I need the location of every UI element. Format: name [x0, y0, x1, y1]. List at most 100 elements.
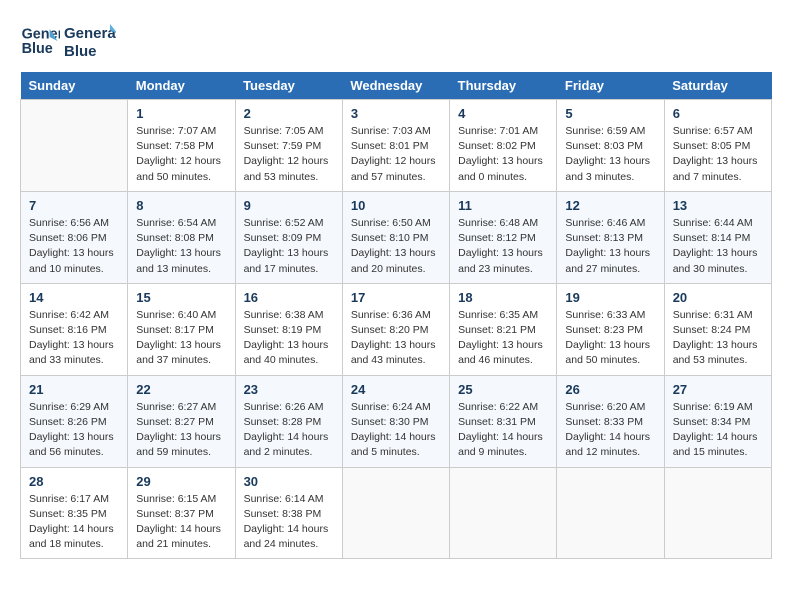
day-number: 11: [458, 198, 548, 213]
calendar-cell: 20 Sunrise: 6:31 AMSunset: 8:24 PMDayligh…: [664, 283, 771, 375]
page-header: General Blue General Blue: [20, 20, 772, 62]
general-blue-logo-svg: General Blue: [64, 20, 116, 62]
svg-text:General: General: [64, 25, 116, 42]
weekday-header-monday: Monday: [128, 72, 235, 100]
day-number: 16: [244, 290, 334, 305]
calendar-cell: 14 Sunrise: 6:42 AMSunset: 8:16 PMDayligh…: [21, 283, 128, 375]
day-info: Sunrise: 6:40 AMSunset: 8:17 PMDaylight:…: [136, 308, 226, 369]
calendar-cell: 17 Sunrise: 6:36 AMSunset: 8:20 PMDayligh…: [342, 283, 449, 375]
calendar-week-row: 7 Sunrise: 6:56 AMSunset: 8:06 PMDaylight…: [21, 191, 772, 283]
calendar-cell: [21, 100, 128, 192]
calendar-cell: 12Sunrise: 6:46 AMSunset: 8:13 PMDayligh…: [557, 191, 664, 283]
weekday-header-sunday: Sunday: [21, 72, 128, 100]
calendar-cell: 4Sunrise: 7:01 AMSunset: 8:02 PMDaylight…: [450, 100, 557, 192]
calendar-cell: 13Sunrise: 6:44 AMSunset: 8:14 PMDayligh…: [664, 191, 771, 283]
day-info: Sunrise: 6:19 AMSunset: 8:34 PMDaylight:…: [673, 400, 763, 461]
calendar-cell: 22 Sunrise: 6:27 AMSunset: 8:27 PMDayligh…: [128, 375, 235, 467]
calendar-cell: 28 Sunrise: 6:17 AMSunset: 8:35 PMDayligh…: [21, 467, 128, 559]
calendar-cell: 10 Sunrise: 6:50 AMSunset: 8:10 PMDayligh…: [342, 191, 449, 283]
calendar-cell: 16 Sunrise: 6:38 AMSunset: 8:19 PMDayligh…: [235, 283, 342, 375]
weekday-header-saturday: Saturday: [664, 72, 771, 100]
calendar-week-row: 1 Sunrise: 7:07 AMSunset: 7:58 PMDaylight…: [21, 100, 772, 192]
weekday-header-friday: Friday: [557, 72, 664, 100]
calendar-cell: 1 Sunrise: 7:07 AMSunset: 7:58 PMDaylight…: [128, 100, 235, 192]
day-info: Sunrise: 6:38 AMSunset: 8:19 PMDaylight:…: [244, 308, 334, 369]
day-info: Sunrise: 6:27 AMSunset: 8:27 PMDaylight:…: [136, 400, 226, 461]
day-number: 15: [136, 290, 226, 305]
calendar-cell: 7 Sunrise: 6:56 AMSunset: 8:06 PMDaylight…: [21, 191, 128, 283]
logo: General Blue General Blue: [20, 20, 116, 62]
day-info: Sunrise: 6:33 AMSunset: 8:23 PMDaylight:…: [565, 308, 655, 369]
weekday-header-tuesday: Tuesday: [235, 72, 342, 100]
day-info: Sunrise: 6:14 AMSunset: 8:38 PMDaylight:…: [244, 492, 334, 553]
day-number: 3: [351, 106, 441, 121]
calendar-cell: 26Sunrise: 6:20 AMSunset: 8:33 PMDayligh…: [557, 375, 664, 467]
day-info: Sunrise: 6:35 AMSunset: 8:21 PMDaylight:…: [458, 308, 548, 369]
calendar-cell: 6 Sunrise: 6:57 AMSunset: 8:05 PMDaylight…: [664, 100, 771, 192]
day-number: 7: [29, 198, 119, 213]
day-info: Sunrise: 7:03 AMSunset: 8:01 PMDaylight:…: [351, 124, 441, 185]
calendar-cell: 11Sunrise: 6:48 AMSunset: 8:12 PMDayligh…: [450, 191, 557, 283]
day-info: Sunrise: 6:44 AMSunset: 8:14 PMDaylight:…: [673, 216, 763, 277]
calendar-week-row: 28 Sunrise: 6:17 AMSunset: 8:35 PMDayligh…: [21, 467, 772, 559]
day-number: 6: [673, 106, 763, 121]
svg-text:General: General: [22, 27, 60, 43]
day-number: 1: [136, 106, 226, 121]
calendar-table: SundayMondayTuesdayWednesdayThursdayFrid…: [20, 72, 772, 559]
calendar-cell: [342, 467, 449, 559]
calendar-cell: 3 Sunrise: 7:03 AMSunset: 8:01 PMDaylight…: [342, 100, 449, 192]
day-info: Sunrise: 7:07 AMSunset: 7:58 PMDaylight:…: [136, 124, 226, 185]
day-number: 23: [244, 382, 334, 397]
calendar-cell: 30Sunrise: 6:14 AMSunset: 8:38 PMDayligh…: [235, 467, 342, 559]
calendar-cell: 25Sunrise: 6:22 AMSunset: 8:31 PMDayligh…: [450, 375, 557, 467]
day-number: 24: [351, 382, 441, 397]
day-info: Sunrise: 6:42 AMSunset: 8:16 PMDaylight:…: [29, 308, 119, 369]
day-info: Sunrise: 6:15 AMSunset: 8:37 PMDaylight:…: [136, 492, 226, 553]
calendar-cell: 24Sunrise: 6:24 AMSunset: 8:30 PMDayligh…: [342, 375, 449, 467]
day-info: Sunrise: 6:59 AMSunset: 8:03 PMDaylight:…: [565, 124, 655, 185]
calendar-cell: [664, 467, 771, 559]
day-info: Sunrise: 6:56 AMSunset: 8:06 PMDaylight:…: [29, 216, 119, 277]
calendar-cell: 21 Sunrise: 6:29 AMSunset: 8:26 PMDayligh…: [21, 375, 128, 467]
day-info: Sunrise: 6:26 AMSunset: 8:28 PMDaylight:…: [244, 400, 334, 461]
day-info: Sunrise: 6:57 AMSunset: 8:05 PMDaylight:…: [673, 124, 763, 185]
day-info: Sunrise: 6:29 AMSunset: 8:26 PMDaylight:…: [29, 400, 119, 461]
weekday-header-thursday: Thursday: [450, 72, 557, 100]
day-info: Sunrise: 7:05 AMSunset: 7:59 PMDaylight:…: [244, 124, 334, 185]
calendar-body: 1 Sunrise: 7:07 AMSunset: 7:58 PMDaylight…: [21, 100, 772, 559]
calendar-cell: 15 Sunrise: 6:40 AMSunset: 8:17 PMDayligh…: [128, 283, 235, 375]
calendar-cell: 5 Sunrise: 6:59 AMSunset: 8:03 PMDaylight…: [557, 100, 664, 192]
day-info: Sunrise: 6:31 AMSunset: 8:24 PMDaylight:…: [673, 308, 763, 369]
day-info: Sunrise: 6:17 AMSunset: 8:35 PMDaylight:…: [29, 492, 119, 553]
day-number: 28: [29, 474, 119, 489]
day-number: 12: [565, 198, 655, 213]
day-info: Sunrise: 6:36 AMSunset: 8:20 PMDaylight:…: [351, 308, 441, 369]
calendar-cell: 2Sunrise: 7:05 AMSunset: 7:59 PMDaylight…: [235, 100, 342, 192]
day-info: Sunrise: 6:52 AMSunset: 8:09 PMDaylight:…: [244, 216, 334, 277]
day-number: 21: [29, 382, 119, 397]
day-number: 26: [565, 382, 655, 397]
calendar-header-row: SundayMondayTuesdayWednesdayThursdayFrid…: [21, 72, 772, 100]
day-number: 29: [136, 474, 226, 489]
day-number: 20: [673, 290, 763, 305]
day-number: 18: [458, 290, 548, 305]
day-number: 8: [136, 198, 226, 213]
calendar-cell: 29 Sunrise: 6:15 AMSunset: 8:37 PMDayligh…: [128, 467, 235, 559]
calendar-cell: 27 Sunrise: 6:19 AMSunset: 8:34 PMDayligh…: [664, 375, 771, 467]
calendar-cell: [557, 467, 664, 559]
day-number: 22: [136, 382, 226, 397]
day-number: 10: [351, 198, 441, 213]
calendar-cell: 9 Sunrise: 6:52 AMSunset: 8:09 PMDaylight…: [235, 191, 342, 283]
weekday-header-wednesday: Wednesday: [342, 72, 449, 100]
calendar-week-row: 21 Sunrise: 6:29 AMSunset: 8:26 PMDayligh…: [21, 375, 772, 467]
day-number: 17: [351, 290, 441, 305]
day-number: 9: [244, 198, 334, 213]
day-info: Sunrise: 6:50 AMSunset: 8:10 PMDaylight:…: [351, 216, 441, 277]
day-number: 27: [673, 382, 763, 397]
svg-text:Blue: Blue: [22, 41, 53, 57]
day-number: 5: [565, 106, 655, 121]
day-number: 14: [29, 290, 119, 305]
day-number: 19: [565, 290, 655, 305]
calendar-week-row: 14 Sunrise: 6:42 AMSunset: 8:16 PMDayligh…: [21, 283, 772, 375]
calendar-cell: 18 Sunrise: 6:35 AMSunset: 8:21 PMDayligh…: [450, 283, 557, 375]
